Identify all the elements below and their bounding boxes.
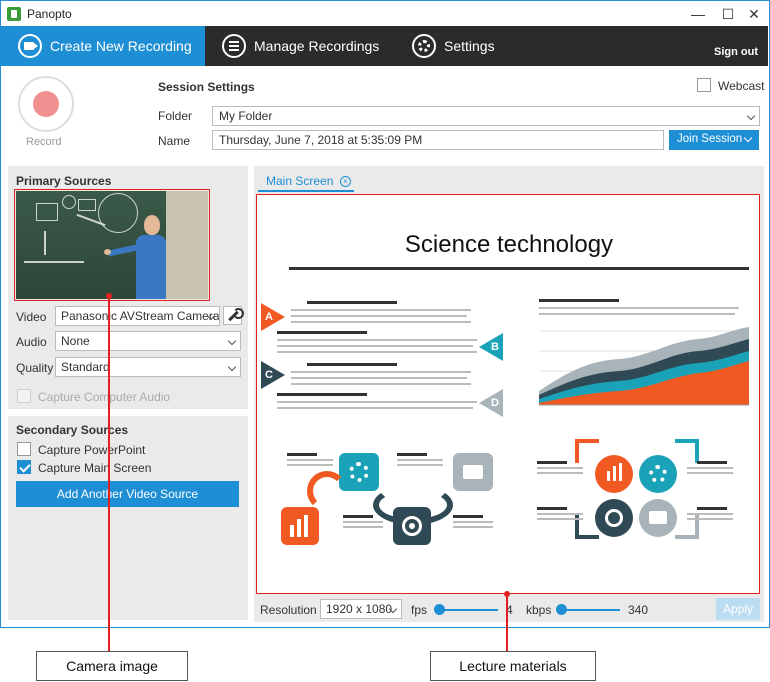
webcast-checkbox[interactable] bbox=[697, 78, 711, 92]
marker-b-letter: B bbox=[491, 341, 499, 353]
tab-label: Create New Recording bbox=[50, 38, 192, 54]
tab-label: Settings bbox=[444, 38, 495, 54]
join-session-label: Join Session bbox=[677, 133, 743, 145]
kbps-slider-track[interactable] bbox=[558, 609, 620, 611]
close-window-button[interactable]: ✕ bbox=[739, 4, 769, 24]
fps-slider-track[interactable] bbox=[436, 609, 498, 611]
panopto-logo-icon bbox=[7, 7, 21, 21]
slide-area-graphic bbox=[539, 327, 749, 406]
capture-computer-audio-checkbox[interactable] bbox=[17, 389, 31, 403]
chevron-down-icon bbox=[746, 111, 756, 121]
webcast-label: Webcast bbox=[718, 79, 765, 93]
record-button[interactable] bbox=[18, 76, 74, 132]
lecture-slide-preview: Science technology A B C D bbox=[256, 194, 760, 594]
lecture-callout-line bbox=[506, 594, 508, 652]
marker-d-letter: D bbox=[491, 397, 499, 409]
camera-highlight-frame bbox=[14, 189, 210, 301]
tab-create-new-recording[interactable]: Create New Recording bbox=[0, 26, 205, 66]
primary-sources-heading: Primary Sources bbox=[16, 174, 112, 188]
video-source-value: Panasonic AVStream Camera bbox=[61, 309, 220, 323]
video-label: Video bbox=[16, 310, 47, 324]
join-session-button[interactable]: Join Session bbox=[669, 130, 759, 150]
gear-icon bbox=[412, 34, 436, 58]
quality-label: Quality bbox=[16, 361, 54, 375]
audio-label: Audio bbox=[16, 335, 47, 349]
folder-label: Folder bbox=[158, 109, 193, 123]
marker-a-letter: A bbox=[265, 311, 273, 323]
folder-select[interactable]: My Folder bbox=[212, 106, 760, 126]
title-bar: Panopto — ☐ ✕ bbox=[1, 1, 769, 27]
sign-out-link[interactable]: Sign out bbox=[714, 46, 758, 58]
window-title: Panopto bbox=[27, 7, 72, 21]
close-icon[interactable]: × bbox=[340, 176, 351, 187]
apply-button[interactable]: Apply bbox=[716, 598, 760, 620]
audio-source-select[interactable]: None bbox=[55, 331, 241, 351]
fps-slider-thumb[interactable] bbox=[434, 604, 445, 615]
add-video-source-button[interactable]: Add Another Video Source bbox=[16, 481, 239, 507]
capture-main-screen-label: Capture Main Screen bbox=[38, 461, 152, 475]
kbps-value: 340 bbox=[628, 603, 649, 617]
tab-label: Manage Recordings bbox=[254, 38, 380, 54]
capture-powerpoint-label: Capture PowerPoint bbox=[38, 443, 146, 457]
capture-computer-audio-label: Capture Computer Audio bbox=[38, 390, 171, 404]
video-source-select[interactable]: Panasonic AVStream Camera bbox=[55, 306, 220, 326]
chevron-down-icon bbox=[227, 336, 237, 346]
minimize-button[interactable]: — bbox=[683, 4, 713, 24]
resolution-value: 1920 x 1080 bbox=[326, 602, 393, 616]
tab-settings[interactable]: Settings bbox=[412, 26, 512, 66]
slide-title-rule bbox=[289, 267, 749, 270]
chevron-down-icon bbox=[227, 362, 237, 372]
record-dot-icon bbox=[33, 91, 59, 117]
kbps-label: kbps bbox=[526, 603, 552, 617]
folder-value: My Folder bbox=[219, 109, 273, 123]
record-label: Record bbox=[26, 136, 62, 148]
capture-main-screen-checkbox[interactable] bbox=[17, 460, 31, 474]
camera-icon bbox=[18, 34, 42, 58]
panel-divider bbox=[8, 409, 248, 416]
session-name-input[interactable]: Thursday, June 7, 2018 at 5:35:09 PM bbox=[212, 130, 664, 150]
name-label: Name bbox=[158, 134, 191, 148]
kbps-slider-thumb[interactable] bbox=[556, 604, 567, 615]
wrench-icon[interactable] bbox=[223, 306, 244, 325]
session-name-value: Thursday, June 7, 2018 at 5:35:09 PM bbox=[219, 133, 423, 147]
resolution-label: Resolution bbox=[260, 603, 317, 617]
resolution-select[interactable]: 1920 x 1080 bbox=[320, 599, 402, 619]
capture-powerpoint-checkbox[interactable] bbox=[17, 442, 31, 456]
session-settings-heading: Session Settings bbox=[158, 80, 255, 94]
marker-c-letter: C bbox=[265, 369, 273, 381]
secondary-sources-heading: Secondary Sources bbox=[16, 423, 129, 437]
top-navigation: Create New Recording Manage Recordings S… bbox=[0, 26, 768, 66]
quality-value: Standard bbox=[61, 360, 110, 374]
lecture-materials-callout: Lecture materials bbox=[430, 651, 596, 681]
quality-select[interactable]: Standard bbox=[55, 357, 241, 377]
camera-image-callout: Camera image bbox=[36, 651, 188, 681]
tab-main-screen[interactable]: Main Screen × bbox=[258, 172, 354, 192]
fps-label: fps bbox=[411, 603, 428, 617]
tab-manage-recordings[interactable]: Manage Recordings bbox=[222, 26, 392, 66]
audio-source-value: None bbox=[61, 334, 90, 348]
main-screen-tab-label: Main Screen bbox=[266, 174, 334, 188]
chevron-down-icon bbox=[743, 133, 753, 143]
camera-callout-line bbox=[108, 296, 110, 652]
list-icon bbox=[222, 34, 246, 58]
slide-title: Science technology bbox=[404, 231, 614, 258]
